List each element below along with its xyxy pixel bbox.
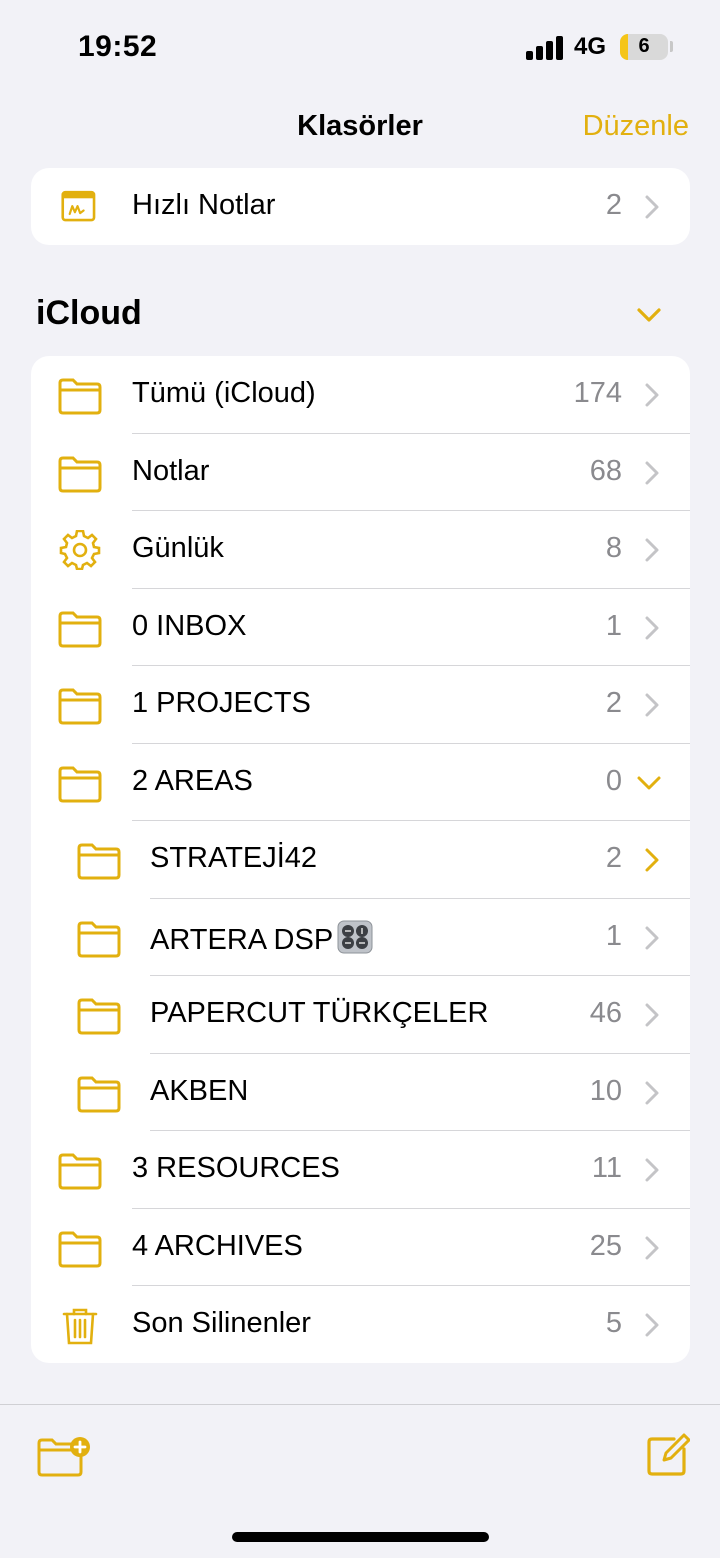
folder-row[interactable]: ARTERA DSP 1 bbox=[31, 899, 690, 976]
folder-label: 4 ARCHIVES bbox=[132, 1229, 303, 1262]
quick-notes-count: 2 bbox=[605, 189, 622, 221]
folder-label: Tümü (iCloud) bbox=[132, 377, 316, 409]
folder-count: 1 bbox=[605, 609, 622, 642]
chevron-right-icon bbox=[645, 383, 659, 407]
control-knobs-icon bbox=[337, 920, 373, 953]
trash-icon bbox=[62, 1308, 98, 1345]
edit-button[interactable]: Düzenle bbox=[583, 110, 689, 143]
folder-label: Günlük bbox=[132, 532, 224, 564]
folder-count: 0 bbox=[605, 764, 622, 797]
battery-cap bbox=[670, 41, 673, 52]
folder-row[interactable]: 0 INBOX 1 bbox=[31, 589, 690, 666]
folder-icon bbox=[58, 688, 102, 725]
chevron-down-icon[interactable] bbox=[636, 775, 662, 791]
folder-count: 11 bbox=[591, 1152, 622, 1184]
folder-label: 3 RESOURCES bbox=[132, 1152, 340, 1184]
battery-icon: 6 bbox=[620, 34, 668, 60]
folder-label: 2 AREAS bbox=[132, 764, 253, 797]
chevron-right-icon bbox=[645, 538, 659, 562]
chevron-right-icon bbox=[645, 616, 659, 639]
folder-label: AKBEN bbox=[150, 1074, 249, 1107]
folder-label: ARTERA DSP bbox=[150, 920, 373, 957]
chevron-right-icon bbox=[645, 926, 659, 949]
folder-label: 1 PROJECTS bbox=[132, 687, 311, 719]
chevron-right-icon bbox=[645, 848, 659, 872]
chevron-right-icon bbox=[645, 1158, 659, 1182]
folder-icon bbox=[77, 998, 121, 1035]
chevron-right-icon bbox=[645, 195, 659, 219]
folder-icon bbox=[58, 378, 102, 415]
folder-row[interactable]: 1 PROJECTS 2 bbox=[31, 666, 690, 744]
folder-label: STRATEJİ42 bbox=[150, 842, 318, 874]
folder-row[interactable]: STRATEJİ42 2 bbox=[31, 821, 690, 899]
folder-label: Son Silinenler bbox=[132, 1307, 311, 1339]
folder-label: Notlar bbox=[132, 454, 210, 487]
folder-icon bbox=[77, 921, 121, 957]
signal-icon bbox=[526, 36, 564, 60]
folder-count: 2 bbox=[605, 842, 622, 874]
folder-row[interactable]: AKBEN 10 bbox=[31, 1054, 690, 1131]
folder-count: 1 bbox=[605, 919, 622, 952]
network-type: 4G bbox=[574, 33, 607, 60]
chevron-right-icon bbox=[645, 461, 659, 484]
quick-notes-label: Hızlı Notlar bbox=[132, 189, 276, 221]
folder-icon bbox=[58, 456, 102, 492]
folder-icon bbox=[58, 611, 102, 647]
quick-note-icon bbox=[61, 190, 96, 222]
folder-icon bbox=[58, 766, 102, 802]
battery-level: 6 bbox=[638, 35, 650, 57]
folder-count: 8 bbox=[605, 532, 622, 564]
folder-row[interactable]: Tümü (iCloud) 174 bbox=[31, 356, 690, 434]
folder-row[interactable]: 2 AREAS 0 bbox=[31, 744, 690, 821]
chevron-right-icon bbox=[645, 1003, 659, 1027]
folder-icon bbox=[77, 843, 121, 880]
chevron-down-icon[interactable] bbox=[636, 306, 662, 324]
folder-icon bbox=[58, 1153, 102, 1190]
quick-notes-card: Hızlı Notlar 2 bbox=[31, 168, 690, 245]
folder-count: 46 bbox=[589, 997, 622, 1029]
compose-icon[interactable] bbox=[646, 1433, 690, 1477]
status-bar: 19:52 4G 6 bbox=[0, 0, 720, 90]
chevron-right-icon bbox=[645, 693, 659, 717]
folder-row[interactable]: 4 ARCHIVES 25 bbox=[31, 1209, 690, 1286]
new-folder-icon[interactable] bbox=[36, 1435, 92, 1477]
folder-row[interactable]: PAPERCUT TÜRKÇELER 46 bbox=[31, 976, 690, 1054]
chevron-right-icon bbox=[645, 1313, 659, 1337]
folder-label: 0 INBOX bbox=[132, 609, 247, 642]
folder-row[interactable]: Günlük 8 bbox=[31, 511, 690, 589]
folder-count: 10 bbox=[589, 1074, 622, 1107]
quick-notes-row[interactable]: Hızlı Notlar 2 bbox=[31, 168, 690, 245]
folder-label: PAPERCUT TÜRKÇELER bbox=[150, 997, 489, 1029]
chevron-right-icon bbox=[645, 1081, 659, 1104]
folder-count: 2 bbox=[605, 687, 622, 719]
folder-count: 25 bbox=[589, 1229, 622, 1262]
folder-icon bbox=[77, 1076, 121, 1112]
home-indicator bbox=[232, 1532, 489, 1542]
gear-icon bbox=[59, 530, 101, 570]
folder-icon bbox=[58, 1231, 102, 1267]
folder-count: 5 bbox=[605, 1307, 622, 1339]
status-time: 19:52 bbox=[78, 30, 158, 63]
chevron-right-icon bbox=[645, 1236, 659, 1259]
folder-count: 68 bbox=[589, 454, 622, 487]
folder-count: 174 bbox=[573, 377, 622, 409]
icloud-section-title: iCloud bbox=[36, 294, 142, 332]
folder-row[interactable]: Son Silinenler 5 bbox=[31, 1286, 690, 1363]
folder-row[interactable]: Notlar 68 bbox=[31, 434, 690, 511]
folders-list: Tümü (iCloud) 174 Notlar 68 Günlük 8 0 INBOX 1 1… bbox=[31, 356, 690, 1363]
folder-row[interactable]: 3 RESOURCES 11 bbox=[31, 1131, 690, 1209]
